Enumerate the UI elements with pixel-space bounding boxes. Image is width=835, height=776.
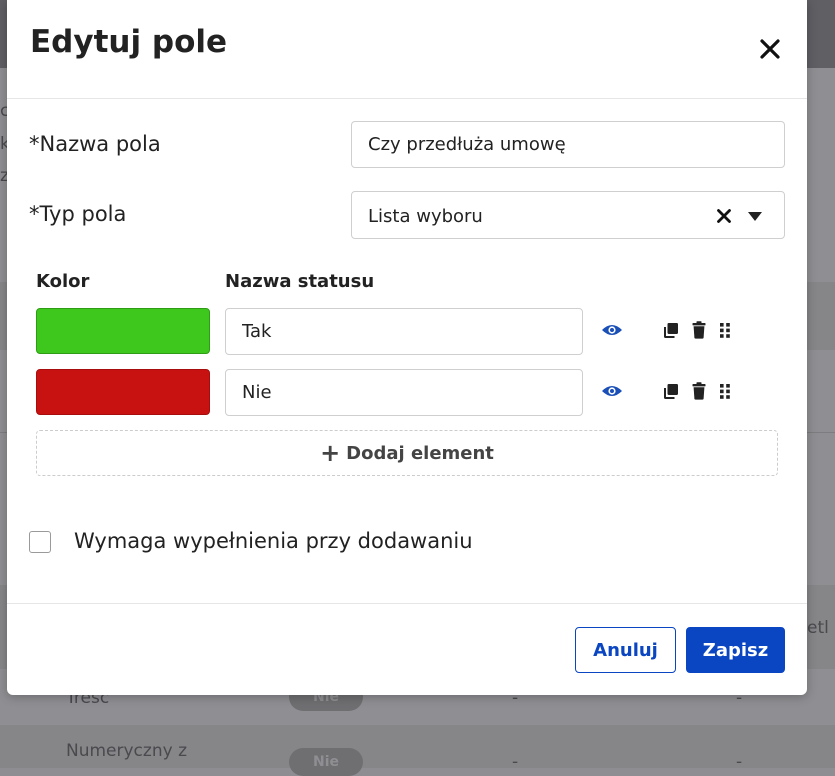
status-name-column-header: Nazwa statusu [225,271,375,292]
dropdown-arrow-icon[interactable] [748,212,762,221]
field-name-label: *Nazwa pola [29,132,161,156]
footer-divider [7,603,807,604]
cancel-button[interactable]: Anuluj [575,627,676,673]
field-name-input[interactable] [351,121,785,168]
drag-handle-icon[interactable] [720,384,730,399]
copy-icon[interactable] [663,383,679,400]
clear-icon[interactable] [716,208,732,224]
trash-icon[interactable] [692,321,706,339]
close-button[interactable] [757,36,783,62]
add-element-button[interactable]: + Dodaj element [36,430,778,476]
status-name-input[interactable] [225,369,583,416]
required-checkbox[interactable] [29,531,51,553]
field-type-select[interactable]: Lista wyboru [351,191,785,239]
color-column-header: Kolor [36,271,90,292]
background-row-badge: Nie [289,748,363,776]
background-text-fragment: etl p [807,618,835,638]
color-picker-swatch[interactable] [36,369,210,415]
save-button[interactable]: Zapisz [686,627,785,673]
required-checkbox-label[interactable]: Wymaga wypełnienia przy dodawaniu [74,529,473,553]
edit-field-modal: Edytuj pole *Nazwa pola *Typ pola Lista … [7,0,807,695]
field-type-label: *Typ pola [29,202,127,226]
close-icon [760,39,780,59]
status-name-input[interactable] [225,308,583,355]
copy-icon[interactable] [663,322,679,339]
field-type-value: Lista wyboru [368,206,483,227]
trash-icon[interactable] [692,382,706,400]
eye-icon[interactable] [601,322,623,338]
modal-header: Edytuj pole [7,0,807,99]
background-row-value: - [736,752,743,772]
plus-icon: + [320,439,341,467]
eye-icon[interactable] [601,383,623,399]
modal-title: Edytuj pole [30,24,228,60]
background-row-value: - [512,752,519,772]
background-row-name: Numeryczny z [66,741,187,761]
drag-handle-icon[interactable] [720,323,730,338]
color-picker-swatch[interactable] [36,308,210,354]
add-element-label: Dodaj element [346,442,494,464]
